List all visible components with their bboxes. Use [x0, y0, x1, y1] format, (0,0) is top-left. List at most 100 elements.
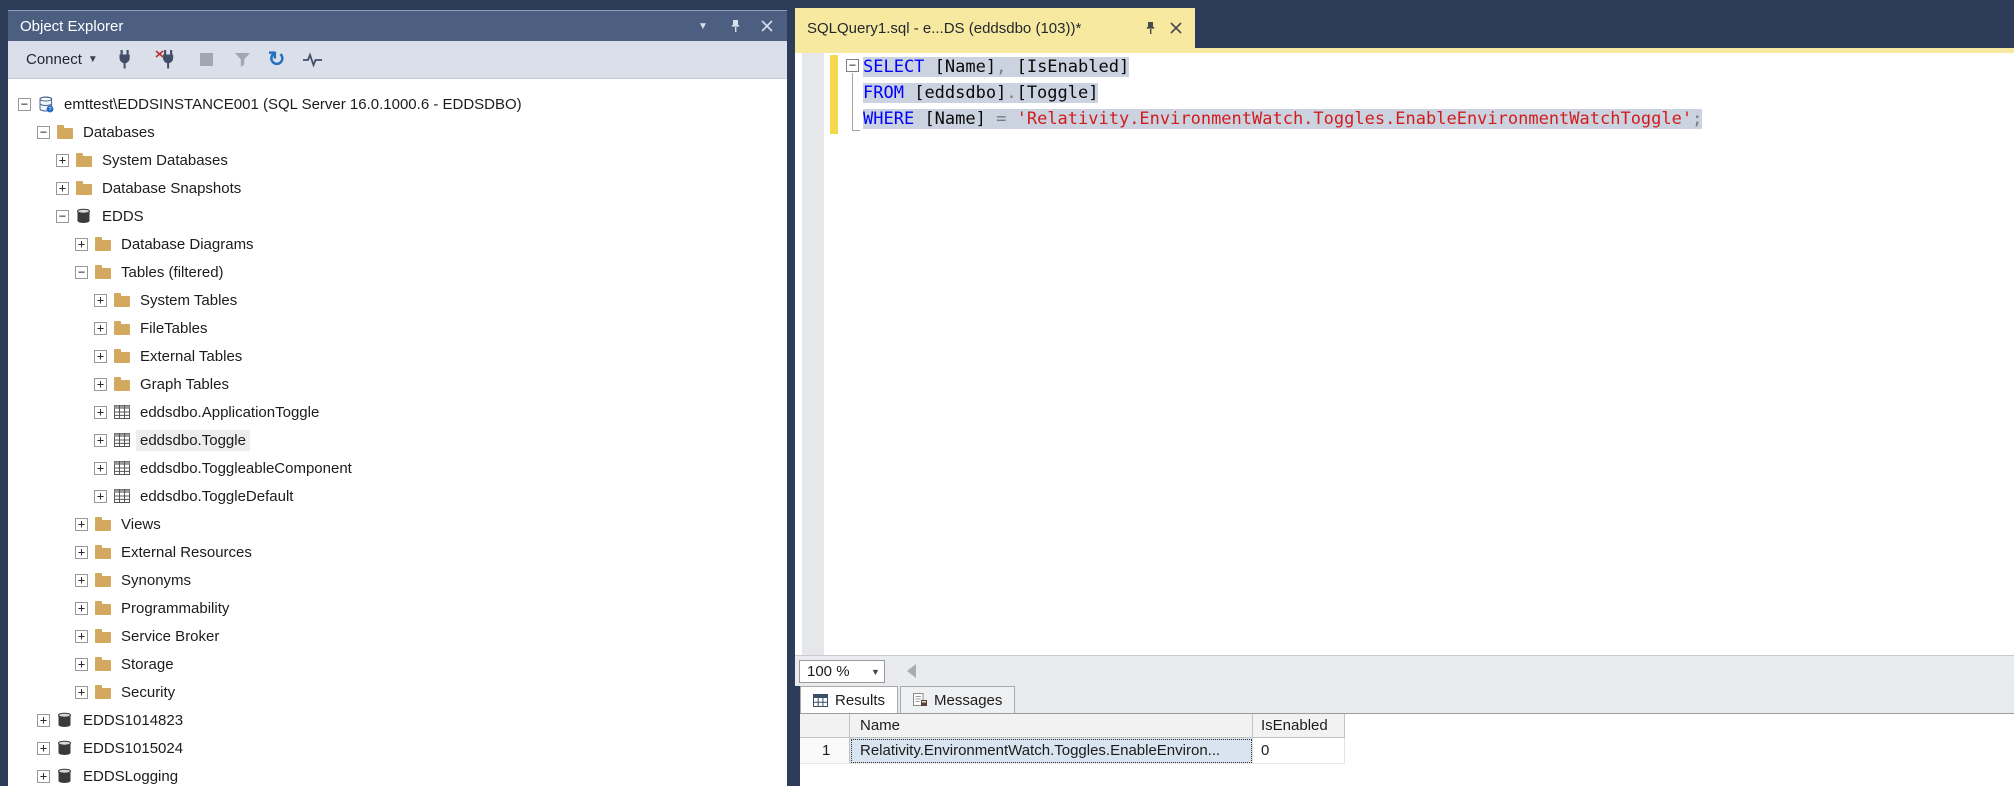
tree-item[interactable]: +EDDS1014823	[8, 706, 787, 734]
pin-icon[interactable]	[1143, 21, 1158, 36]
chevron-down-icon[interactable]: ▼	[695, 18, 711, 34]
tree-item[interactable]: +eddsdbo.ToggleDefault	[8, 482, 787, 510]
tree-item[interactable]: + Synonyms	[8, 566, 787, 594]
tree-item[interactable]: +Storage	[8, 650, 787, 678]
pin-icon[interactable]	[727, 18, 743, 34]
database-icon	[75, 208, 92, 225]
results-pane-tab-results[interactable]: Results	[800, 686, 898, 713]
tree-item-label: Database Snapshots	[98, 178, 245, 199]
close-icon[interactable]	[1168, 21, 1183, 36]
connect-plug-icon[interactable]	[116, 49, 133, 71]
connect-button[interactable]: Connect ▼	[22, 48, 102, 71]
grid-corner-header[interactable]	[800, 714, 850, 738]
tree-item[interactable]: + Database Snapshots	[8, 174, 787, 202]
expand-icon[interactable]: +	[75, 518, 88, 531]
expand-icon[interactable]: +	[37, 770, 50, 783]
tree-item[interactable]: − Tables (filtered)	[8, 258, 787, 286]
tree-item-label: Service Broker	[117, 626, 223, 647]
folder-icon	[94, 264, 111, 281]
tree-item[interactable]: +Programmability	[8, 594, 787, 622]
grid-cell-isenabled[interactable]: 0	[1253, 738, 1345, 764]
expand-icon[interactable]: +	[94, 350, 107, 363]
results-pane-tab-messages[interactable]: Messages	[900, 686, 1015, 713]
expand-icon[interactable]: +	[75, 658, 88, 671]
folder-icon	[94, 628, 111, 645]
tree-item[interactable]: + FileTables	[8, 314, 787, 342]
tree-item[interactable]: − Databases	[8, 118, 787, 146]
hscroll-left-arrow[interactable]	[907, 664, 916, 678]
expand-icon[interactable]: +	[37, 714, 50, 727]
expand-icon[interactable]: +	[94, 378, 107, 391]
sql-editor[interactable]: − SELECT [Name], [IsEnabled]FROM [eddsdb…	[795, 53, 2014, 655]
expand-icon[interactable]: +	[94, 490, 107, 503]
expand-icon[interactable]: +	[94, 434, 107, 447]
code-line: FROM [eddsdbo].[Toggle]	[863, 80, 1702, 106]
expand-icon[interactable]: +	[37, 742, 50, 755]
tree-item[interactable]: + EDDSLogging	[8, 762, 787, 786]
tree-item-label: EDDSLogging	[79, 766, 182, 786]
tree-item[interactable]: + eddsdbo.ApplicationToggle	[8, 398, 787, 426]
tree-item[interactable]: −?emttest\EDDSINSTANCE001 (SQL Server 16…	[8, 90, 787, 118]
tree-item[interactable]: +External Tables	[8, 342, 787, 370]
tree-item[interactable]: +Security	[8, 678, 787, 706]
tree-item-label: emttest\EDDSINSTANCE001 (SQL Server 16.0…	[60, 94, 526, 115]
tree-item-label: Synonyms	[117, 570, 195, 591]
code-fold-collapse-icon[interactable]: −	[846, 59, 859, 72]
table-icon	[113, 488, 130, 505]
tree-item[interactable]: + Service Broker	[8, 622, 787, 650]
tree-item[interactable]: +eddsdbo.Toggle	[8, 426, 787, 454]
expand-icon[interactable]: +	[75, 574, 88, 587]
grid-column-header[interactable]: Name	[850, 714, 1253, 738]
expand-icon[interactable]: +	[94, 294, 107, 307]
zoom-level-dropdown[interactable]: 100 % ▼	[799, 660, 885, 683]
tree-item[interactable]: +System Databases	[8, 146, 787, 174]
folder-icon	[56, 124, 73, 141]
folder-icon	[94, 600, 111, 617]
object-explorer-tree: −?emttest\EDDSINSTANCE001 (SQL Server 16…	[8, 79, 787, 786]
table-icon	[113, 460, 130, 477]
expand-icon[interactable]: +	[75, 686, 88, 699]
expand-icon[interactable]: +	[94, 322, 107, 335]
tree-item[interactable]: +Views	[8, 510, 787, 538]
document-tab[interactable]: SQLQuery1.sql - e...DS (eddsdbo (103))*	[795, 8, 1195, 48]
tree-item-label: EDDS	[98, 206, 148, 227]
tree-item-label: FileTables	[136, 318, 212, 339]
expand-icon[interactable]: +	[56, 154, 69, 167]
collapse-icon[interactable]: −	[56, 210, 69, 223]
tree-item[interactable]: +EDDS1015024	[8, 734, 787, 762]
connect-button-label: Connect	[26, 51, 82, 68]
grid-column-header[interactable]: IsEnabled	[1253, 714, 1345, 738]
grid-cell-name[interactable]: Relativity.EnvironmentWatch.Toggles.Enab…	[850, 738, 1253, 764]
collapse-icon[interactable]: −	[18, 98, 31, 111]
tree-item-label: eddsdbo.ApplicationToggle	[136, 402, 323, 423]
tree-item-label: Databases	[79, 122, 159, 143]
tree-item[interactable]: +System Tables	[8, 286, 787, 314]
disconnect-plug-icon[interactable]	[155, 49, 176, 71]
object-explorer-titlebar[interactable]: Object Explorer ▼	[8, 10, 787, 41]
expand-icon[interactable]: +	[94, 462, 107, 475]
expand-icon[interactable]: +	[75, 630, 88, 643]
filter-icon	[235, 49, 250, 71]
expand-icon[interactable]: +	[56, 182, 69, 195]
activity-monitor-icon[interactable]	[303, 49, 322, 71]
tree-item[interactable]: + eddsdbo.ToggleableComponent	[8, 454, 787, 482]
tree-item[interactable]: − EDDS	[8, 202, 787, 230]
tree-item-label: eddsdbo.ToggleableComponent	[136, 458, 356, 479]
collapse-icon[interactable]: −	[75, 266, 88, 279]
collapse-icon[interactable]: −	[37, 126, 50, 139]
tree-item[interactable]: +Database Diagrams	[8, 230, 787, 258]
expand-icon[interactable]: +	[75, 238, 88, 251]
folder-icon	[94, 544, 111, 561]
tree-item[interactable]: +External Resources	[8, 538, 787, 566]
tree-item-label: Tables (filtered)	[117, 262, 228, 283]
folder-icon	[75, 152, 92, 169]
tree-item[interactable]: +Graph Tables	[8, 370, 787, 398]
expand-icon[interactable]: +	[75, 546, 88, 559]
chevron-down-icon: ▼	[867, 667, 884, 677]
refresh-icon[interactable]: ↻	[268, 49, 286, 71]
grid-row-header[interactable]: 1	[800, 738, 850, 764]
close-icon[interactable]	[759, 18, 775, 34]
sql-code: SELECT [Name], [IsEnabled]FROM [eddsdbo]…	[863, 54, 1702, 132]
expand-icon[interactable]: +	[94, 406, 107, 419]
expand-icon[interactable]: +	[75, 602, 88, 615]
